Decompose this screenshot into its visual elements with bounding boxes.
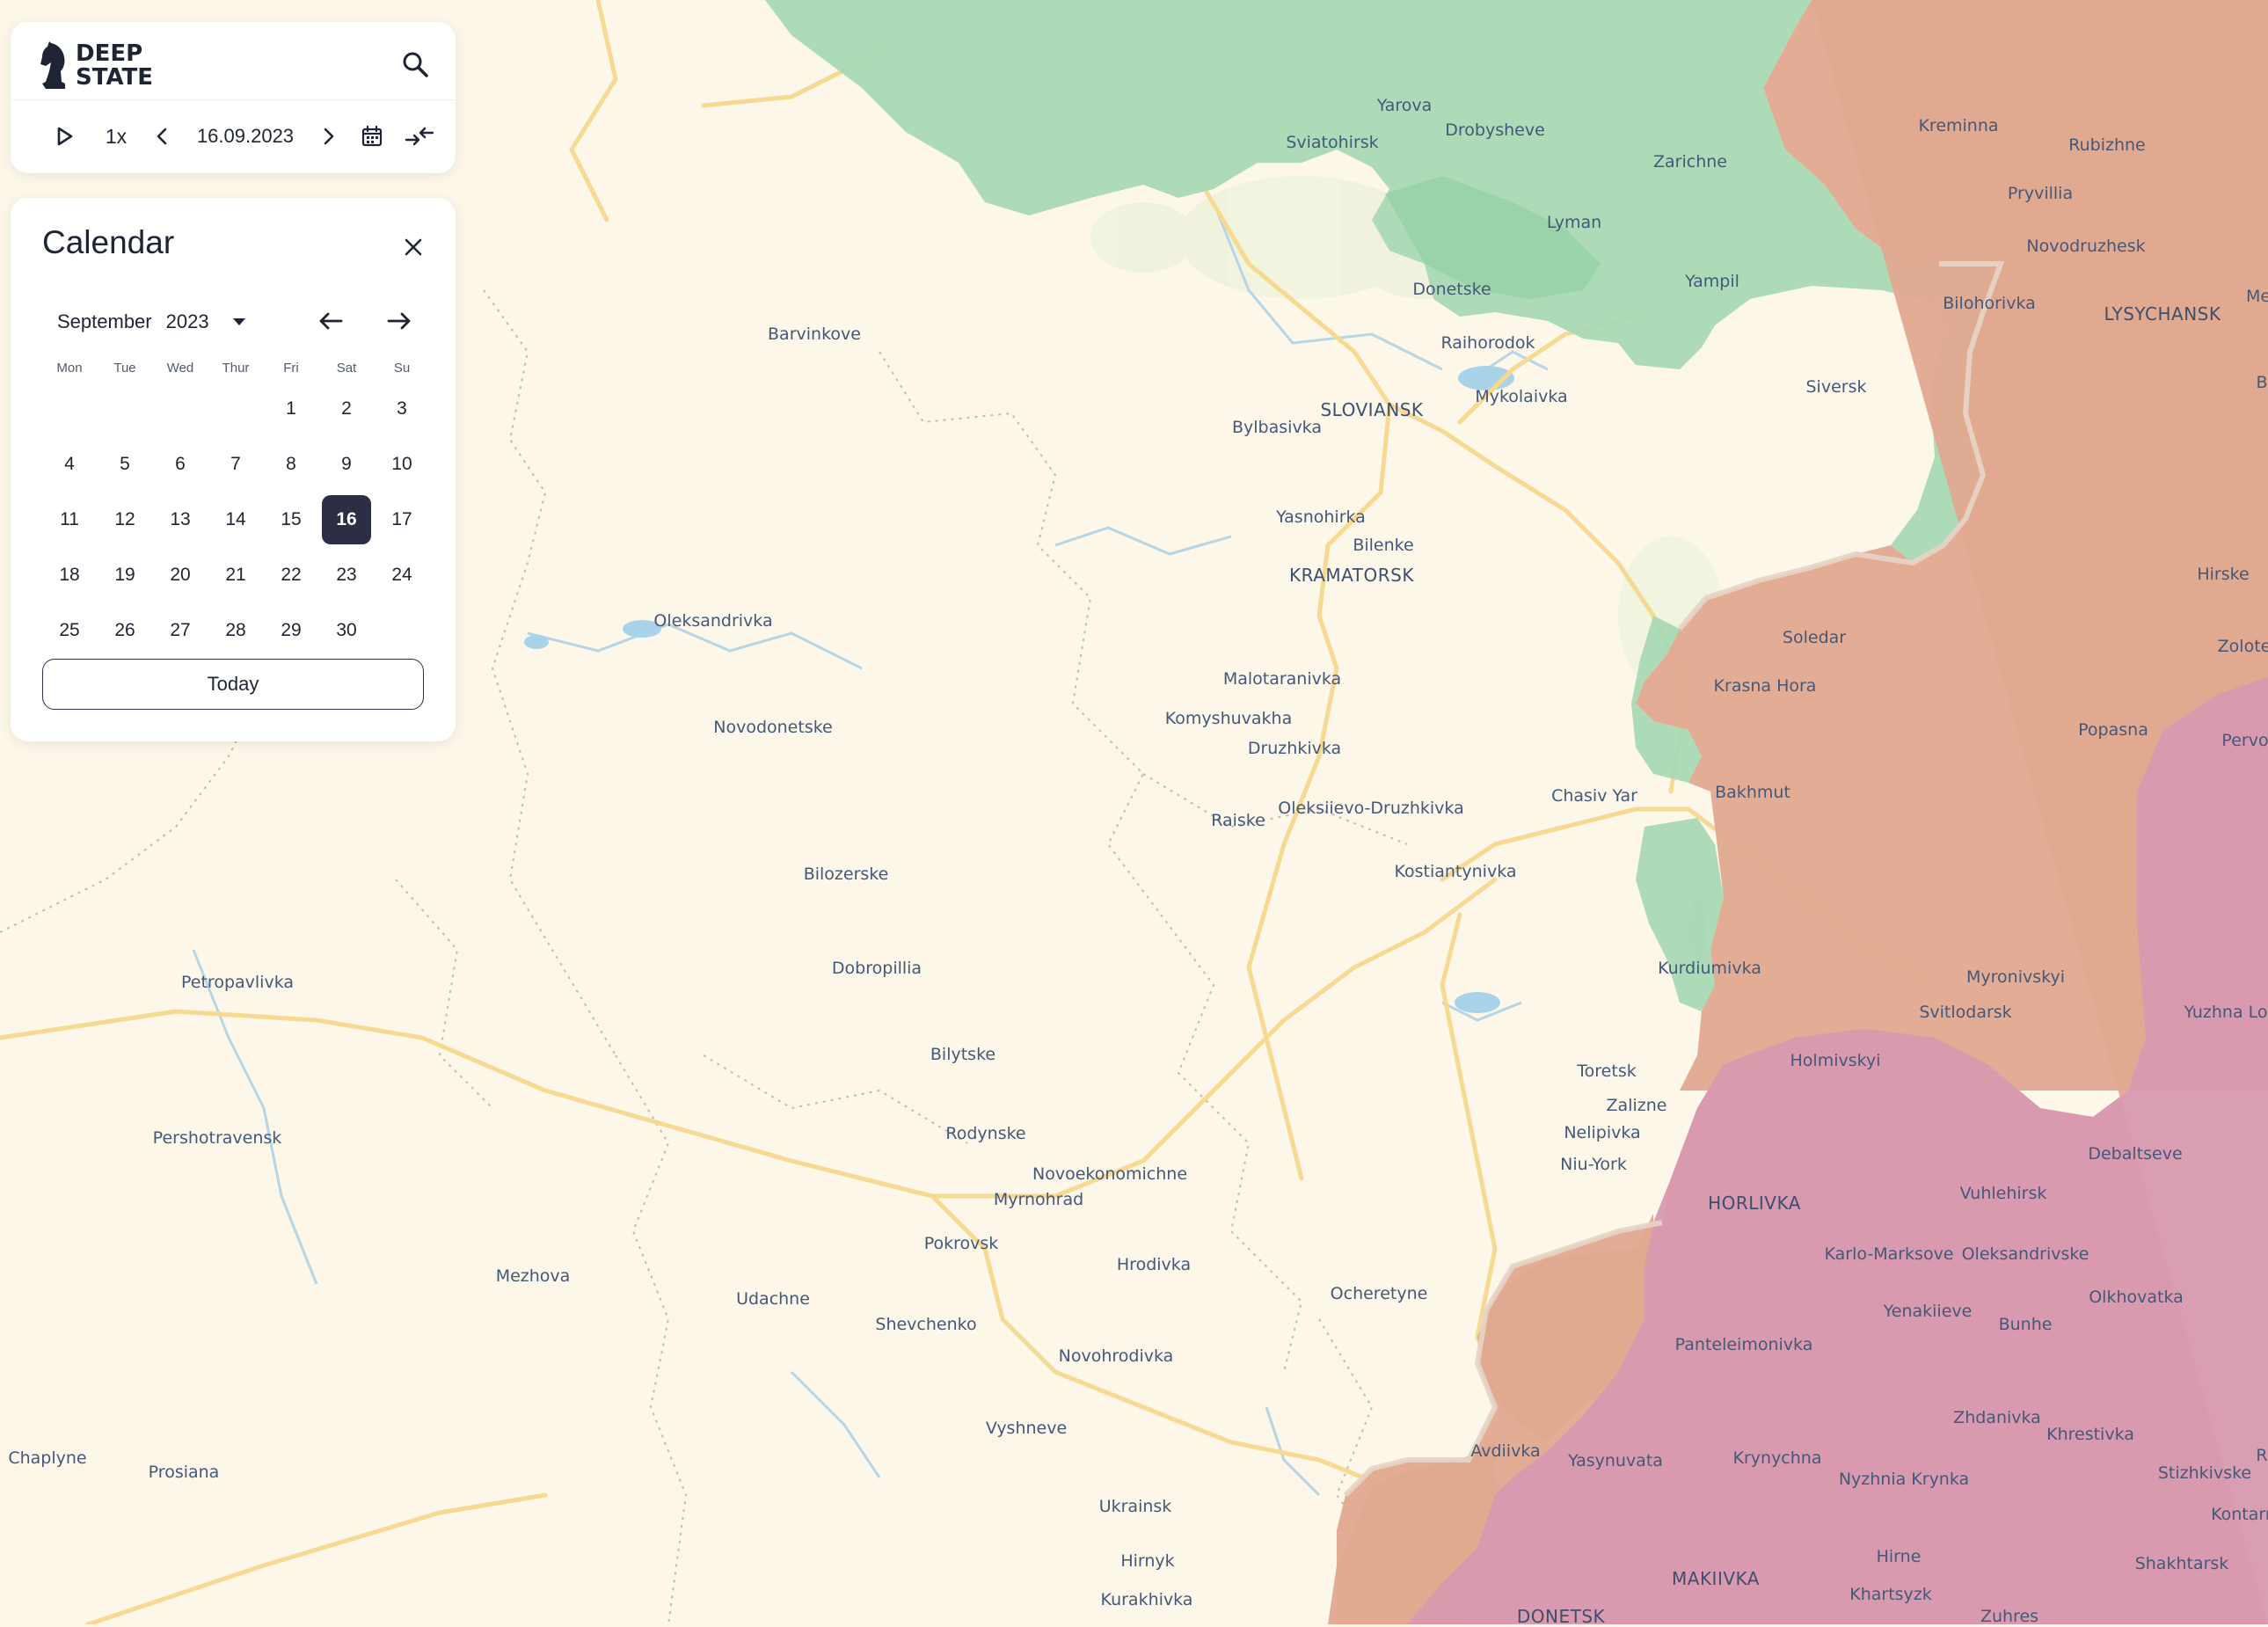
month-year-select[interactable]: September 2023	[57, 310, 246, 333]
calendar-day[interactable]: 25	[45, 606, 94, 655]
calendar-day-selected[interactable]: 16	[322, 495, 371, 544]
calendar-day[interactable]: 17	[377, 495, 427, 544]
logo-line-1: DEEP	[76, 40, 143, 67]
weekday-label: Sat	[336, 361, 357, 376]
playback-speed-label: 1x	[105, 124, 128, 148]
calendar-day[interactable]: 30	[322, 606, 371, 655]
playback-speed-button[interactable]: 1x	[91, 115, 141, 157]
toolbar-divider	[11, 99, 456, 100]
calendar-day[interactable]: 23	[322, 551, 371, 600]
calendar-button[interactable]	[350, 115, 394, 157]
next-month-button[interactable]	[380, 303, 419, 339]
year-label: 2023	[165, 310, 209, 332]
chevron-left-icon	[157, 128, 167, 145]
caret-down-icon	[232, 318, 245, 325]
calendar-day[interactable]: 14	[211, 495, 260, 544]
play-icon	[57, 127, 73, 146]
deepstate-logo[interactable]: DEEP STATE	[39, 34, 153, 98]
calendar-day[interactable]: 11	[45, 495, 94, 544]
current-date-label: 16.09.2023	[196, 125, 295, 147]
arrow-left-icon	[319, 312, 343, 330]
weekday-label: Tue	[113, 361, 136, 376]
today-button-label: Today	[207, 673, 259, 695]
search-button[interactable]	[396, 45, 434, 84]
calendar-day[interactable]: 26	[100, 606, 149, 655]
close-icon	[405, 238, 422, 256]
play-button[interactable]	[46, 115, 84, 157]
calendar-day[interactable]: 6	[156, 440, 205, 489]
logo-text: DEEP STATE	[76, 42, 153, 90]
calendar-title: Calendar	[42, 224, 175, 260]
calendar-day[interactable]: 5	[100, 440, 149, 489]
current-date[interactable]: 16.09.2023	[181, 115, 310, 157]
calendar-day[interactable]: 2	[322, 384, 371, 434]
arrow-right-icon	[387, 312, 411, 330]
previous-month-button[interactable]	[311, 303, 350, 339]
calendar-day[interactable]: 28	[211, 606, 260, 655]
calendar-day[interactable]: 10	[377, 440, 427, 489]
calendar-panel: Calendar September 2023 Mon Tue Wed Thur…	[11, 198, 456, 741]
calendar-day[interactable]: 1	[266, 384, 316, 434]
calendar-day[interactable]: 27	[156, 606, 205, 655]
weekday-label: Su	[393, 361, 411, 376]
today-button[interactable]: Today	[42, 659, 424, 710]
calendar-day[interactable]: 19	[100, 551, 149, 600]
calendar-day[interactable]: 4	[45, 440, 94, 489]
weekday-label: Fri	[283, 361, 299, 376]
weekday-label: Mon	[56, 361, 83, 376]
calendar-day[interactable]: 15	[266, 495, 316, 544]
calendar-day[interactable]: 24	[377, 551, 427, 600]
calendar-icon	[361, 125, 383, 147]
logo-line-2: STATE	[76, 64, 154, 91]
calendar-day[interactable]: 20	[156, 551, 205, 600]
compare-arrows-icon	[405, 127, 434, 146]
weekday-label: Thur	[222, 361, 250, 376]
calendar-day[interactable]: 21	[211, 551, 260, 600]
calendar-day[interactable]: 13	[156, 495, 205, 544]
close-calendar-button[interactable]	[396, 230, 431, 265]
calendar-day[interactable]: 29	[266, 606, 316, 655]
chevron-right-icon	[324, 128, 334, 145]
previous-date-button[interactable]	[142, 115, 181, 157]
calendar-day[interactable]: 22	[266, 551, 316, 600]
calendar-day[interactable]: 7	[211, 440, 260, 489]
top-toolbar: DEEP STATE 1x 16.09.2023	[11, 22, 456, 173]
chess-knight-icon	[40, 41, 65, 89]
month-label: September	[57, 310, 152, 332]
search-icon	[403, 52, 428, 77]
compare-button[interactable]	[397, 115, 441, 157]
calendar-day[interactable]: 9	[322, 440, 371, 489]
calendar-day[interactable]: 8	[266, 440, 316, 489]
weekday-label: Wed	[166, 361, 194, 376]
calendar-day[interactable]: 18	[45, 551, 94, 600]
calendar-day[interactable]: 3	[377, 384, 427, 434]
calendar-day[interactable]: 12	[100, 495, 149, 544]
next-date-button[interactable]	[310, 115, 348, 157]
